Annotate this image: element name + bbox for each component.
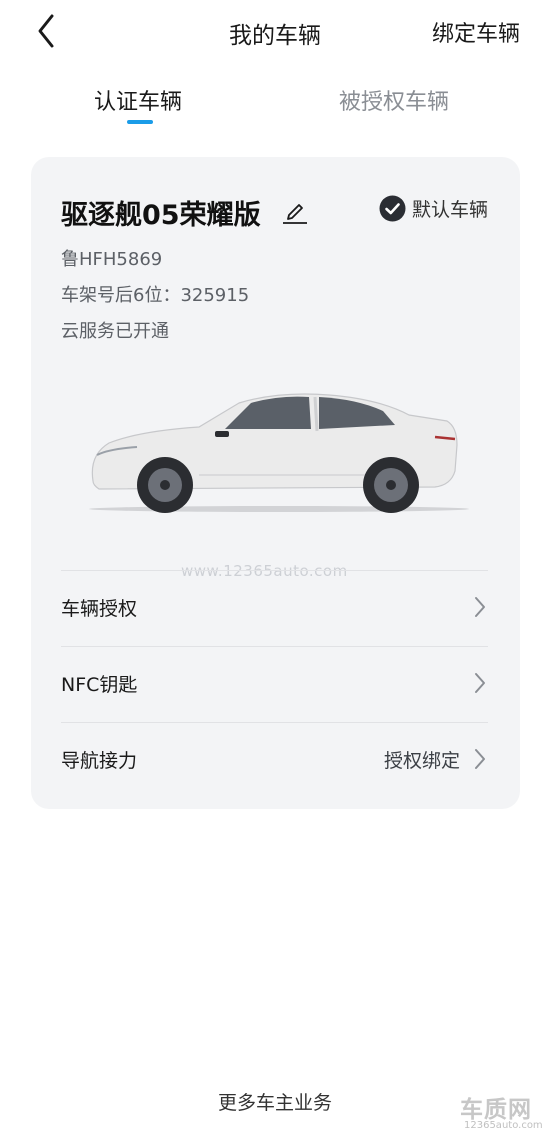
bind-vehicle-button[interactable]: 绑定车辆 <box>432 16 520 48</box>
vin-tail: 车架号后6位：325915 <box>61 285 250 306</box>
car-image <box>89 393 469 513</box>
menu-item-vehicle-authorization[interactable]: 车辆授权 <box>61 570 488 646</box>
chevron-right-icon <box>475 597 485 617</box>
chevron-right-icon <box>475 749 485 769</box>
plate-number: 鲁HFH5869 <box>61 249 163 270</box>
active-tab-indicator <box>127 120 153 124</box>
top-bar: 我的车辆 绑定车辆 <box>0 0 550 64</box>
menu-item-nfc-key[interactable]: NFC钥匙 <box>61 646 488 722</box>
tab-certified-vehicles[interactable]: 认证车辆 <box>94 84 182 116</box>
edit-name-button[interactable] <box>282 197 308 225</box>
cloud-service-status: 云服务已开通 <box>61 321 169 342</box>
menu-item-label: NFC钥匙 <box>61 674 138 696</box>
watermark-logo: 车质网 12365auto.com <box>460 1090 546 1134</box>
watermark-logo-sub: 12365auto.com <box>464 1120 543 1131</box>
chevron-right-icon <box>475 673 485 693</box>
default-vehicle-label: 默认车辆 <box>411 199 488 221</box>
tab-authorized-vehicles[interactable]: 被授权车辆 <box>339 84 449 116</box>
pencil-icon <box>283 204 307 224</box>
tab-bar: 认证车辆 被授权车辆 <box>0 80 550 130</box>
vehicle-card: 驱逐舰05荣耀版 默认车辆 鲁HFH5869 车架号后6位：325915 云服务… <box>31 157 520 809</box>
menu-item-value: 授权绑定 <box>383 750 460 772</box>
check-circle-icon <box>379 195 406 222</box>
menu-item-label: 导航接力 <box>61 750 138 772</box>
menu-item-label: 车辆授权 <box>61 598 138 620</box>
vehicle-name: 驱逐舰05荣耀版 <box>61 200 261 231</box>
menu-item-navigation-relay[interactable]: 导航接力 授权绑定 <box>61 722 488 798</box>
default-vehicle-badge[interactable]: 默认车辆 <box>379 195 488 222</box>
watermark-logo-text: 车质网 <box>460 1097 532 1123</box>
